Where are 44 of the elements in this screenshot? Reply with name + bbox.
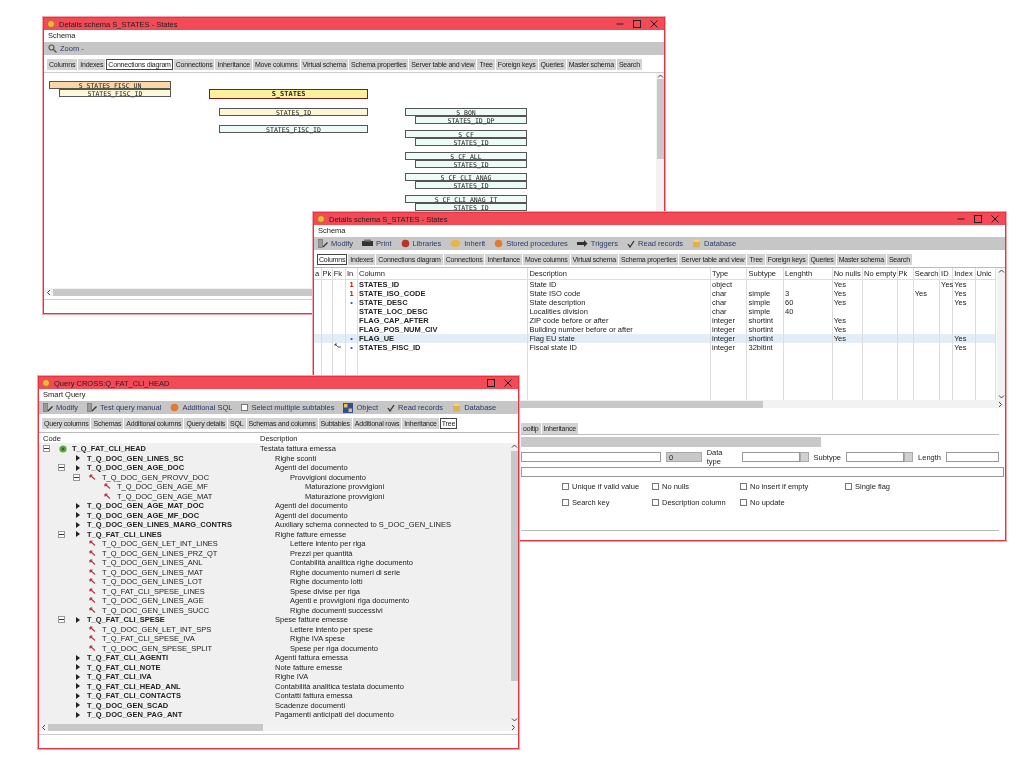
scrollbar[interactable] (39, 723, 518, 731)
circle-icon (494, 239, 504, 248)
grid-icon (343, 402, 354, 413)
close-icon[interactable] (991, 215, 999, 223)
circle-icon (170, 403, 180, 412)
check-icon (627, 239, 636, 248)
caret-icon (75, 616, 80, 623)
app-icon (317, 215, 325, 223)
cylinder-icon (452, 402, 462, 413)
maximize-icon[interactable] (974, 215, 982, 223)
minimize-icon[interactable] (616, 20, 624, 28)
input-field[interactable] (521, 452, 661, 462)
expand-toggle[interactable] (58, 530, 65, 538)
arrow-icon (88, 473, 97, 481)
chevron-icon[interactable] (41, 723, 47, 731)
expand-toggle[interactable] (43, 445, 50, 453)
dropdown[interactable] (846, 452, 905, 462)
expand-toggle[interactable] (58, 464, 65, 472)
maximize-icon[interactable] (487, 379, 495, 387)
maximize-icon[interactable] (633, 20, 641, 28)
dropdown[interactable] (741, 452, 800, 462)
check-icon (387, 403, 396, 412)
circle-icon (400, 239, 410, 248)
search-icon (48, 44, 57, 53)
app-icon (42, 379, 50, 387)
arrow-icon (576, 239, 588, 248)
expand-toggle[interactable] (73, 473, 80, 481)
oval-icon (450, 239, 462, 248)
input-field[interactable] (946, 452, 999, 462)
close-icon[interactable] (650, 20, 658, 28)
pencil-icon (87, 403, 98, 412)
arrow-icon (88, 625, 97, 633)
minimize-icon[interactable] (957, 215, 965, 223)
expand-toggle[interactable] (58, 616, 65, 624)
chevron-icon[interactable] (46, 288, 52, 296)
pencil-icon (43, 403, 53, 412)
dropdown-button[interactable] (904, 452, 914, 462)
pencil-icon (318, 239, 328, 248)
input-field[interactable] (521, 467, 1004, 477)
cylinder-icon (692, 238, 702, 249)
printer-icon (362, 239, 374, 248)
close-icon[interactable] (504, 379, 512, 387)
app-icon (47, 20, 55, 28)
circle-icon (58, 444, 67, 453)
